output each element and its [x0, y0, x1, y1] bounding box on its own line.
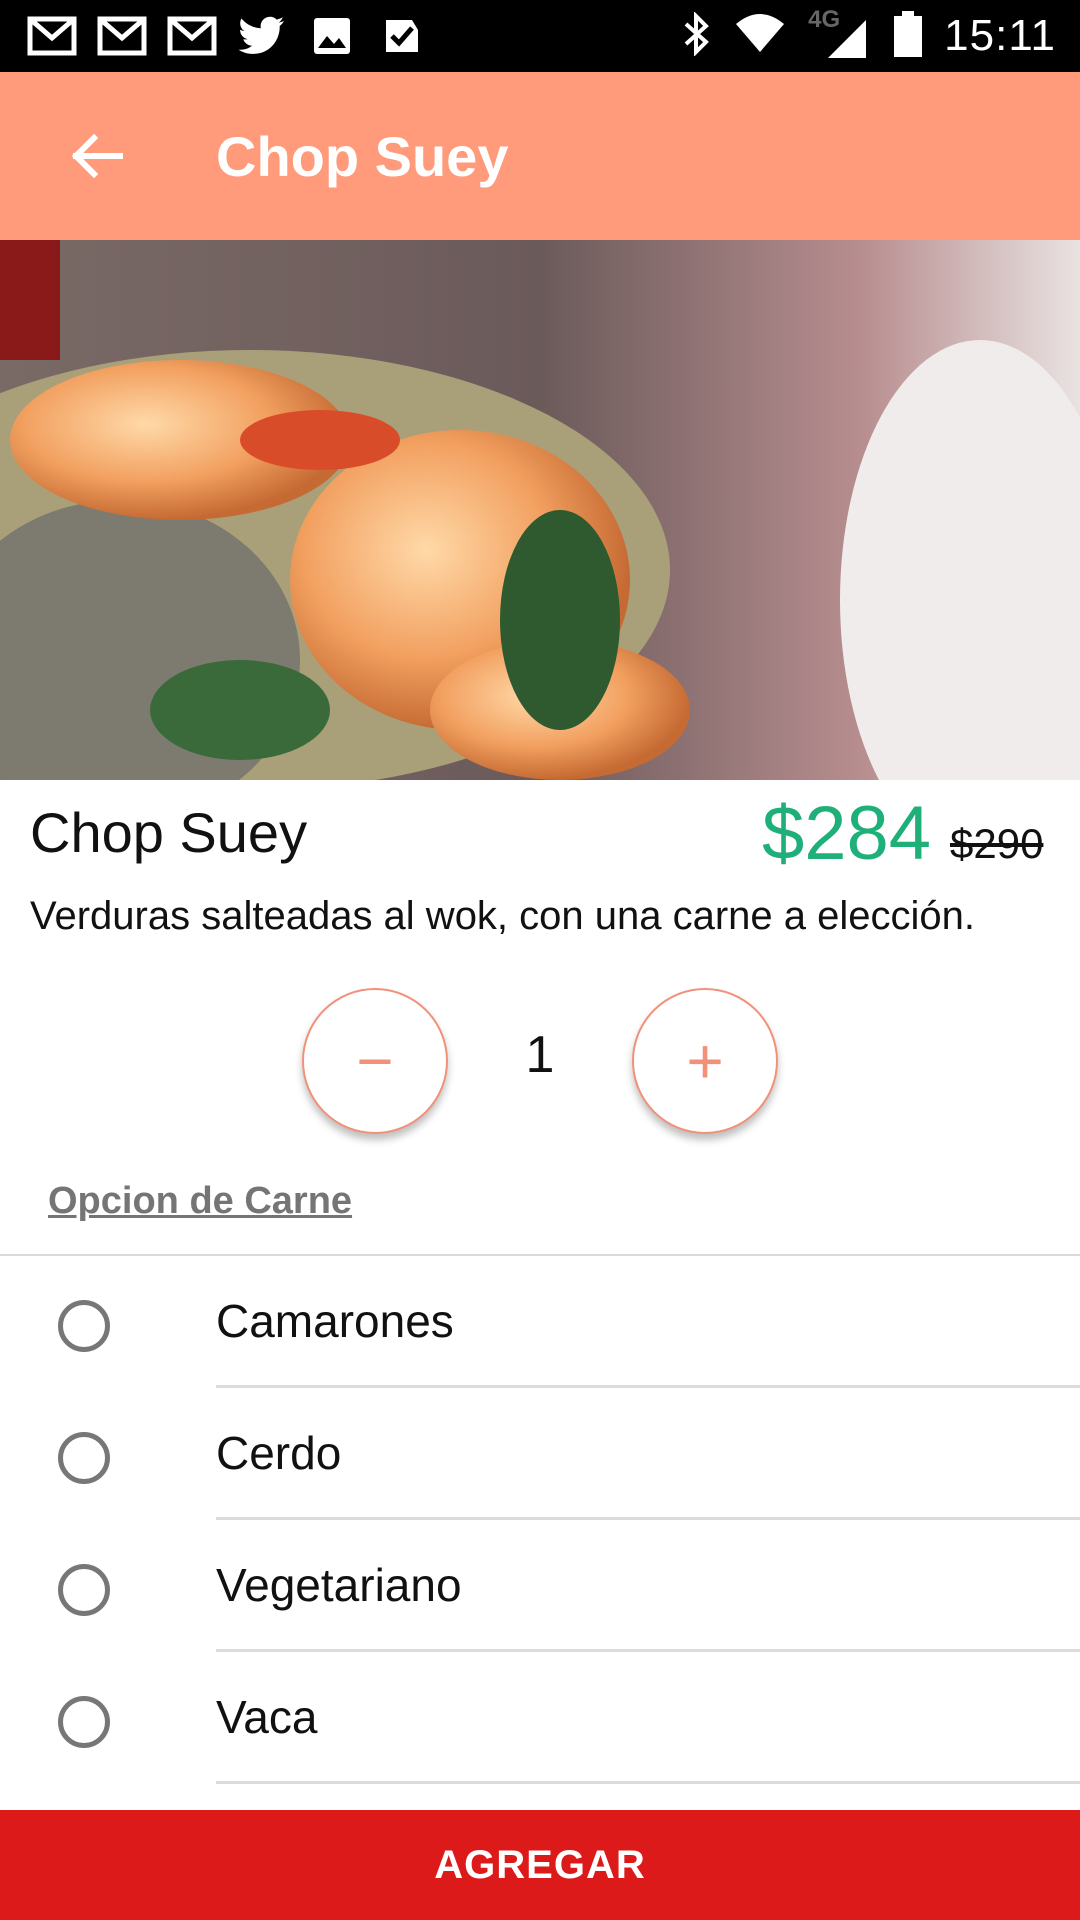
check-task-icon	[376, 12, 428, 60]
product-name: Chop Suey	[30, 801, 308, 864]
options-section-title: Opcion de Carne	[48, 1180, 353, 1222]
arrow-back-icon	[71, 133, 123, 179]
option-camarones[interactable]: Camarones	[0, 1256, 1080, 1388]
radio-button[interactable]	[58, 1564, 110, 1616]
product-image	[0, 240, 1080, 780]
divider	[216, 1781, 1080, 1784]
plus-icon: +	[686, 1025, 724, 1097]
gmail-icon	[166, 12, 218, 60]
twitter-icon	[236, 12, 288, 60]
option-vaca[interactable]: Vaca	[0, 1652, 1080, 1784]
battery-icon	[894, 10, 923, 62]
option-label: Vegetariano	[216, 1559, 462, 1611]
wifi-icon	[734, 13, 786, 59]
option-label: Cerdo	[216, 1427, 342, 1479]
signal-icon: 4G	[808, 6, 872, 60]
option-vegetariano[interactable]: Vegetariano	[0, 1520, 1080, 1652]
option-label: Camarones	[216, 1295, 454, 1347]
minus-icon: −	[356, 1025, 394, 1097]
page-title: Chop Suey	[216, 125, 509, 188]
price-current: $284	[762, 791, 932, 876]
add-to-cart-button[interactable]: AGREGAR	[0, 1810, 1080, 1920]
gmail-icon	[96, 12, 148, 60]
app-bar: Chop Suey	[0, 72, 1080, 240]
product-description: Verduras salteadas al wok, con una carne…	[30, 894, 976, 938]
option-cerdo[interactable]: Cerdo	[0, 1388, 1080, 1520]
radio-button[interactable]	[58, 1300, 110, 1352]
decrease-quantity-button[interactable]: −	[302, 988, 448, 1134]
status-bar: 4G 15:11	[0, 0, 1080, 72]
image-icon	[306, 12, 358, 60]
increase-quantity-button[interactable]: +	[632, 988, 778, 1134]
quantity-value: 1	[525, 1026, 555, 1084]
clock: 15:11	[944, 11, 1056, 60]
price-original: $290	[950, 820, 1044, 867]
gmail-icon	[26, 12, 78, 60]
option-label: Vaca	[216, 1691, 318, 1743]
bluetooth-icon	[682, 10, 712, 61]
radio-button[interactable]	[58, 1696, 110, 1748]
notification-icons	[26, 12, 428, 60]
back-button[interactable]	[56, 116, 136, 196]
system-icons: 4G 15:11	[682, 0, 1056, 72]
radio-button[interactable]	[58, 1432, 110, 1484]
